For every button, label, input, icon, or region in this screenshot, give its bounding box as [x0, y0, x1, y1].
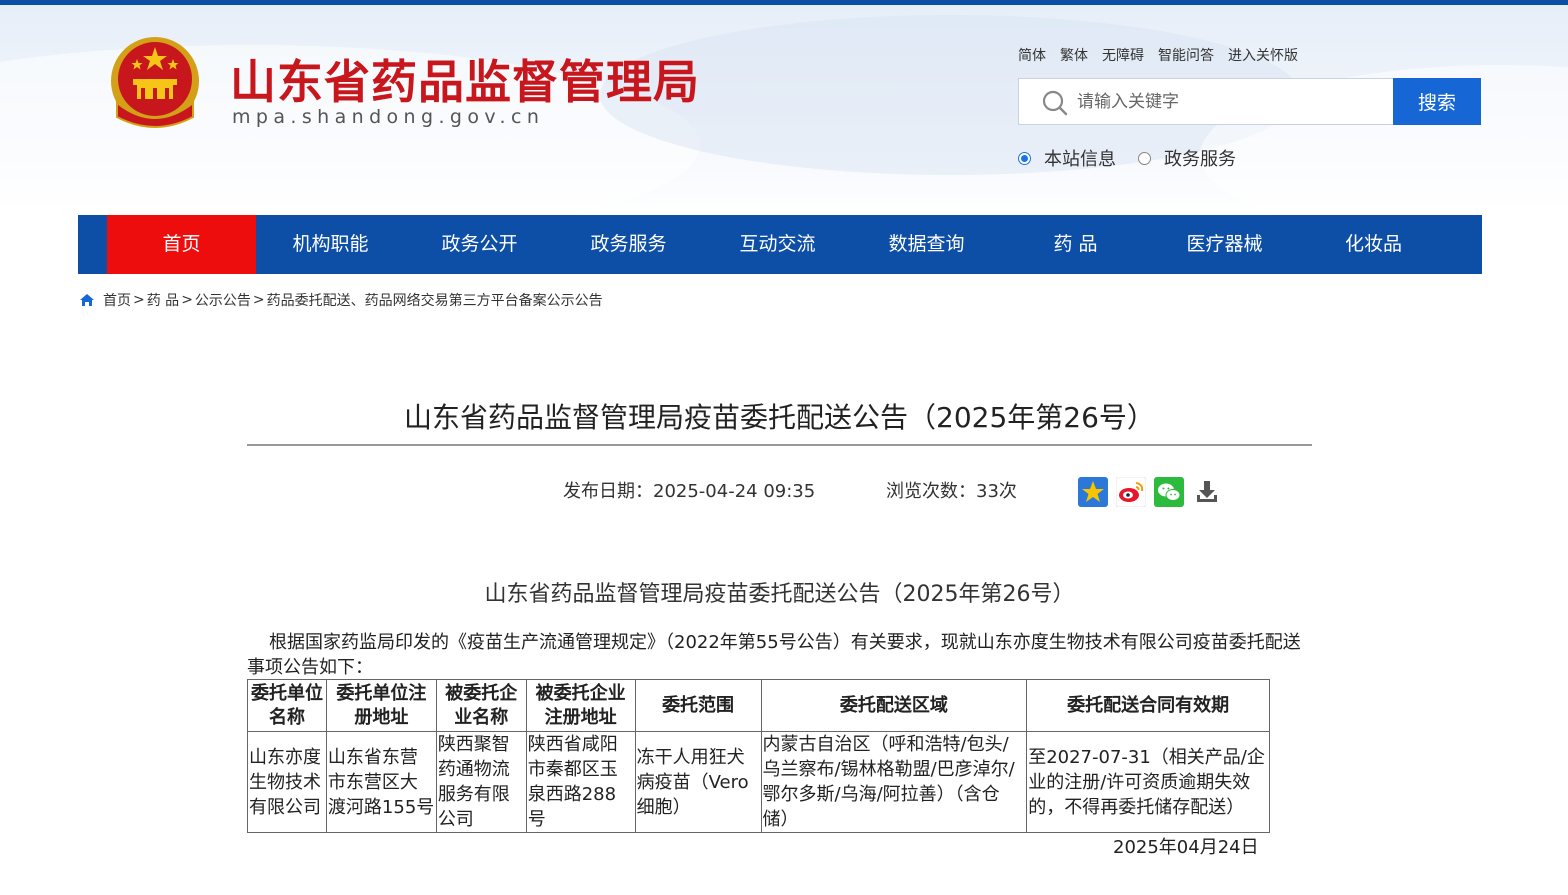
table-cell: 山东省东营市东营区大渡河路155号 [325, 731, 437, 833]
table-cell: 陕西省咸阳市秦都区玉泉西路288号 [525, 731, 636, 833]
national-emblem-icon[interactable] [107, 33, 203, 133]
top-link-traditional[interactable]: 繁体 [1060, 45, 1088, 65]
nav-item-cosmetics[interactable]: 化妆品 [1299, 215, 1448, 274]
table-cell: 内蒙古自治区（呼和浩特/包头/乌兰察布/锡林格勒盟/巴彦淖尔/鄂尔多斯/乌海/阿… [760, 731, 1028, 833]
breadcrumb-current[interactable]: 药品委托配送、药品网络交易第三方平台备案公示公告 [267, 290, 603, 310]
table-header-cell: 被委托企业名称 [435, 679, 527, 732]
scope-gov-service-label: 政务服务 [1164, 149, 1236, 170]
table-row: 山东亦度生物技术有限公司 山东省东营市东营区大渡河路155号 陕西聚智药通物流服… [247, 731, 1270, 833]
view-count-value: 33次 [976, 481, 1017, 502]
top-link-smart-qa[interactable]: 智能问答 [1158, 45, 1214, 65]
publish-date: 发布日期：2025-04-24 09:35 [563, 477, 815, 503]
favorite-star-icon[interactable] [1078, 477, 1108, 507]
search-icon [1042, 90, 1068, 116]
top-link-simplified[interactable]: 简体 [1018, 45, 1046, 65]
wechat-icon[interactable] [1154, 477, 1184, 507]
breadcrumb: 首页 > 药 品 > 公示公告 > 药品委托配送、药品网络交易第三方平台备案公示… [79, 290, 603, 310]
site-domain: mpa.shandong.gov.cn [232, 106, 545, 128]
radio-checked-icon[interactable] [1018, 151, 1031, 165]
breadcrumb-drugs[interactable]: 药 品 [147, 290, 179, 310]
nav-item-drugs[interactable]: 药 品 [1001, 215, 1150, 274]
table-header-row: 委托单位名称 委托单位注册地址 被委托企业名称 被委托企业注册地址 委托范围 委… [247, 679, 1270, 732]
search-input[interactable] [1077, 79, 1387, 124]
view-count-label: 浏览次数： [886, 481, 976, 502]
nav-item-home[interactable]: 首页 [107, 215, 256, 274]
search-scope-group: 本站信息 政务服务 [1018, 145, 1258, 171]
nav-item-organization[interactable]: 机构职能 [256, 215, 405, 274]
table-header-cell: 被委托企业注册地址 [525, 679, 636, 732]
top-link-accessibility[interactable]: 无障碍 [1102, 45, 1144, 65]
scope-gov-service[interactable]: 政务服务 [1138, 145, 1236, 171]
site-title[interactable]: 山东省药品监督管理局 [230, 46, 700, 112]
table-header-cell: 委托范围 [634, 679, 762, 732]
top-link-care-mode[interactable]: 进入关怀版 [1228, 45, 1298, 65]
table-cell: 至2027-07-31（相关产品/企业的注册/许可资质逾期失效的，不得再委托储存… [1026, 731, 1270, 833]
view-count: 浏览次数：33次 [886, 477, 1017, 503]
table-header-cell: 委托单位注册地址 [325, 679, 437, 732]
table-cell: 冻干人用狂犬病疫苗（Vero细胞） [634, 731, 762, 833]
top-links: 简体 繁体 无障碍 智能问答 进入关怀版 [1018, 45, 1298, 65]
radio-unchecked-icon[interactable] [1138, 151, 1151, 165]
main-nav: 首页 机构职能 政务公开 政务服务 互动交流 数据查询 药 品 医疗器械 化妆品 [78, 215, 1482, 274]
share-bar [1078, 477, 1222, 507]
download-icon[interactable] [1192, 477, 1222, 507]
table-header-cell: 委托配送区域 [760, 679, 1028, 732]
sign-date: 2025年04月24日 [1113, 837, 1259, 858]
nav-item-interaction[interactable]: 互动交流 [703, 215, 852, 274]
table-header-cell: 委托配送合同有效期 [1026, 679, 1270, 732]
table-header-cell: 委托单位名称 [247, 679, 327, 732]
search-button[interactable]: 搜索 [1393, 78, 1481, 125]
nav-item-gov-services[interactable]: 政务服务 [554, 215, 703, 274]
publish-date-label: 发布日期： [563, 481, 653, 502]
breadcrumb-home[interactable]: 首页 [103, 290, 131, 310]
nav-item-data-query[interactable]: 数据查询 [852, 215, 1001, 274]
breadcrumb-notices[interactable]: 公示公告 [195, 290, 251, 310]
article-title: 山东省药品监督管理局疫苗委托配送公告（2025年第26号） [404, 401, 1155, 434]
weibo-icon[interactable] [1116, 477, 1146, 507]
search-box [1018, 78, 1394, 125]
table-cell: 陕西聚智药通物流服务有限公司 [435, 731, 527, 833]
title-divider [247, 444, 1312, 446]
scope-site-info[interactable]: 本站信息 [1018, 145, 1116, 171]
article-paragraph: 根据国家药监局印发的《疫苗生产流通管理规定》（2022年第55号公告）有关要求，… [247, 632, 1301, 678]
nav-item-medical-devices[interactable]: 医疗器械 [1150, 215, 1299, 274]
nav-item-gov-affairs[interactable]: 政务公开 [405, 215, 554, 274]
delegation-table: 委托单位名称 委托单位注册地址 被委托企业名称 被委托企业注册地址 委托范围 委… [247, 679, 1270, 833]
home-icon [80, 294, 94, 306]
scope-site-info-label: 本站信息 [1044, 149, 1116, 170]
article-subtitle: 山东省药品监督管理局疫苗委托配送公告（2025年第26号） [484, 582, 1075, 607]
publish-date-value: 2025-04-24 09:35 [653, 481, 816, 502]
table-cell: 山东亦度生物技术有限公司 [247, 731, 327, 833]
